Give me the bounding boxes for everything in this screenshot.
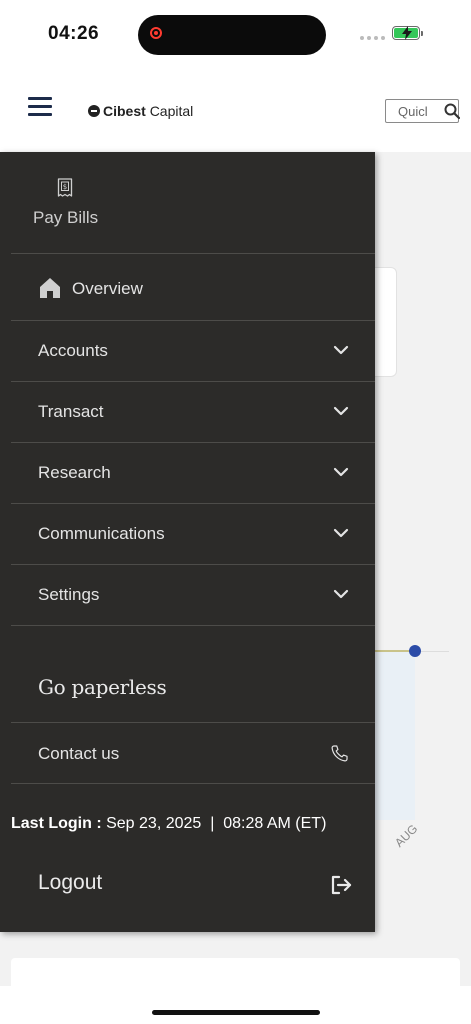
chevron-down-icon[interactable] <box>333 403 349 419</box>
quick-search[interactable] <box>385 99 460 123</box>
logout-icon[interactable] <box>330 875 354 895</box>
home-icon <box>40 278 60 298</box>
menu-item-label: Settings <box>38 585 100 604</box>
menu-item-communications[interactable]: Communications <box>11 504 375 564</box>
dynamic-island <box>138 15 326 55</box>
phone-icon[interactable] <box>330 744 349 763</box>
menu-divider <box>11 722 375 723</box>
menu-icon[interactable] <box>28 97 52 117</box>
battery-tip <box>421 31 423 36</box>
pay-bills-label: Pay Bills <box>33 208 99 227</box>
menu-item-label: Overview <box>72 279 143 298</box>
go-paperless-link[interactable]: Go paperless <box>38 675 167 699</box>
cellular-signal-icon <box>360 36 385 40</box>
logo-text: Cibest Capital <box>103 103 194 119</box>
chevron-down-icon[interactable] <box>333 525 349 541</box>
brand-logo[interactable]: Cibest Capital <box>88 103 193 119</box>
logo-mark-icon <box>88 105 100 117</box>
receipt-dollar-icon: $ <box>57 178 73 197</box>
menu-item-settings[interactable]: Settings <box>11 565 375 625</box>
app-header: Cibest Capital <box>0 68 471 152</box>
menu-item-accounts[interactable]: Accounts <box>11 321 375 381</box>
chevron-down-icon[interactable] <box>333 586 349 602</box>
menu-item-research[interactable]: Research <box>11 443 375 503</box>
contact-us-link[interactable]: Contact us <box>38 744 119 764</box>
chevron-down-icon[interactable] <box>333 464 349 480</box>
recording-indicator-icon <box>150 27 162 39</box>
charging-bolt-icon <box>402 26 412 40</box>
logout-button[interactable]: Logout <box>38 871 102 895</box>
chevron-down-icon[interactable] <box>333 342 349 358</box>
svg-text:$: $ <box>63 183 67 191</box>
menu-divider <box>11 625 375 626</box>
side-menu-drawer: $ Pay Bills Overview Accounts Transact R… <box>0 152 375 932</box>
battery-icon <box>392 26 420 40</box>
home-indicator <box>152 1010 320 1015</box>
chart-area <box>375 652 415 820</box>
last-login-info: Last Login : Sep 23, 2025 | 08:28 AM (ET… <box>11 815 327 832</box>
menu-divider <box>11 783 375 784</box>
menu-item-label: Transact <box>38 402 104 421</box>
chart-data-point[interactable] <box>409 645 421 657</box>
menu-item-label: Communications <box>38 524 165 543</box>
search-input[interactable] <box>386 100 448 122</box>
chart-axis-label: AUG <box>392 821 421 850</box>
status-time: 04:26 <box>48 23 100 44</box>
menu-item-label: Research <box>38 463 111 482</box>
menu-item-label: Accounts <box>38 341 108 360</box>
menu-item-transact[interactable]: Transact <box>11 382 375 442</box>
search-icon[interactable] <box>444 103 460 119</box>
menu-item-overview[interactable]: Overview <box>11 254 375 320</box>
status-bar: 04:26 <box>0 0 471 68</box>
pay-bills-button[interactable]: $ Pay Bills <box>0 152 375 253</box>
bottom-safe-area <box>0 986 471 1024</box>
